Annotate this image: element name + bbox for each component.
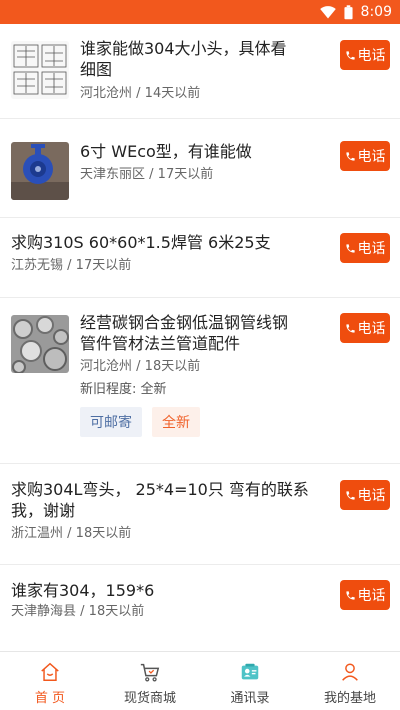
phone-icon xyxy=(345,323,355,333)
item-title-cont: 我，谢谢 xyxy=(11,501,76,520)
tab-label: 现货商城 xyxy=(123,691,176,706)
wifi-icon xyxy=(319,6,336,19)
item-location: 河北沧州 xyxy=(80,359,133,374)
condition-value: 全新 xyxy=(140,382,167,397)
item-title: 求购304L弯头， 25*4=10只 弯有的联系 xyxy=(11,480,309,499)
meta-separator: / xyxy=(145,167,158,182)
phone-icon xyxy=(345,490,355,500)
user-icon xyxy=(342,663,358,681)
item-location: 河北沧州 xyxy=(80,86,133,101)
call-label: 电话 xyxy=(357,321,386,337)
call-label: 电话 xyxy=(357,149,386,165)
home-icon xyxy=(41,662,59,681)
tab-store[interactable]: 现货商城 xyxy=(100,652,200,710)
blue-valve-icon xyxy=(11,142,69,200)
technical-drawing-icon xyxy=(11,41,69,99)
meta-separator: / xyxy=(63,526,76,541)
battery-icon xyxy=(343,4,353,19)
item-age: 18天以前 xyxy=(88,604,145,619)
tag-mailable: 可邮寄 xyxy=(80,407,142,437)
call-button[interactable]: 电话 xyxy=(340,40,390,70)
item-location: 天津东丽区 xyxy=(80,167,146,182)
item-title: 谁家能做304大小头，具体看 xyxy=(80,39,287,58)
list-item[interactable]: 求购304L弯头， 25*4=10只 弯有的联系 我，谢谢 浙江温州 / 18天… xyxy=(0,464,400,565)
phone-icon xyxy=(345,151,355,161)
call-button[interactable]: 电话 xyxy=(340,480,390,510)
call-label: 电话 xyxy=(357,588,386,604)
tag-new: 全新 xyxy=(152,407,200,437)
cart-icon xyxy=(140,663,160,682)
phone-icon xyxy=(345,590,355,600)
item-thumbnail xyxy=(11,315,69,373)
item-location: 江苏无锡 xyxy=(11,258,64,273)
call-button[interactable]: 电话 xyxy=(340,580,390,610)
call-label: 电话 xyxy=(357,241,386,257)
item-title: 谁家有304，159*6 xyxy=(11,581,155,600)
meta-separator: / xyxy=(132,86,145,101)
item-thumbnail xyxy=(11,41,69,99)
call-button[interactable]: 电话 xyxy=(340,141,390,171)
item-thumbnail xyxy=(11,142,69,200)
item-title: 求购310S 60*60*1.5焊管 6米25支 xyxy=(11,233,271,252)
meta-separator: / xyxy=(76,604,89,619)
condition-row: 新旧程度: 全新 xyxy=(80,381,167,399)
item-age: 14天以前 xyxy=(144,86,201,101)
list-item[interactable]: 6寸 WEco型，有谁能做 天津东丽区 / 17天以前 电话 xyxy=(0,119,400,218)
item-age: 17天以前 xyxy=(75,258,132,273)
phone-icon xyxy=(345,50,355,60)
tab-my-base[interactable]: 我的基地 xyxy=(300,652,400,710)
tab-home[interactable]: 首 页 xyxy=(0,652,100,710)
call-button[interactable]: 电话 xyxy=(340,233,390,263)
item-age: 18天以前 xyxy=(75,526,132,541)
status-time: 8:09 xyxy=(360,4,392,20)
item-title: 6寸 WEco型，有谁能做 xyxy=(80,142,252,161)
phone-icon xyxy=(345,243,355,253)
bottom-tab-bar: 首 页 现货商城 通讯录 我的基地 xyxy=(0,651,400,710)
tab-label: 通讯录 xyxy=(230,691,270,706)
meta-separator: / xyxy=(132,359,145,374)
item-location: 天津静海县 xyxy=(11,604,77,619)
item-location: 浙江温州 xyxy=(11,526,64,541)
condition-label: 新旧程度: xyxy=(80,382,137,397)
contacts-icon xyxy=(241,663,259,680)
item-title-cont: 管件管材法兰管道配件 xyxy=(80,334,241,353)
call-label: 电话 xyxy=(357,48,386,64)
item-age: 18天以前 xyxy=(144,359,201,374)
item-age: 17天以前 xyxy=(157,167,214,182)
list-item[interactable]: 谁家有304，159*6 天津静海县 / 18天以前 电话 xyxy=(0,565,400,651)
item-title-cont: 细图 xyxy=(80,60,113,79)
tab-contacts[interactable]: 通讯录 xyxy=(200,652,300,710)
meta-separator: / xyxy=(63,258,76,273)
item-title: 经营碳钢合金钢低温钢管线钢 xyxy=(80,313,289,332)
tab-label: 我的基地 xyxy=(323,691,376,706)
status-bar: 8:09 xyxy=(0,0,400,24)
steel-fittings-icon xyxy=(11,315,69,373)
list-item[interactable]: 求购310S 60*60*1.5焊管 6米25支 江苏无锡 / 17天以前 电话 xyxy=(0,218,400,298)
list-item[interactable]: 经营碳钢合金钢低温钢管线钢 管件管材法兰管道配件 河北沧州 / 18天以前 新旧… xyxy=(0,298,400,464)
list-item[interactable]: 谁家能做304大小头，具体看 细图 河北沧州 / 14天以前 电话 xyxy=(0,24,400,119)
call-button[interactable]: 电话 xyxy=(340,313,390,343)
tab-label: 首 页 xyxy=(34,691,66,706)
call-label: 电话 xyxy=(357,488,386,504)
